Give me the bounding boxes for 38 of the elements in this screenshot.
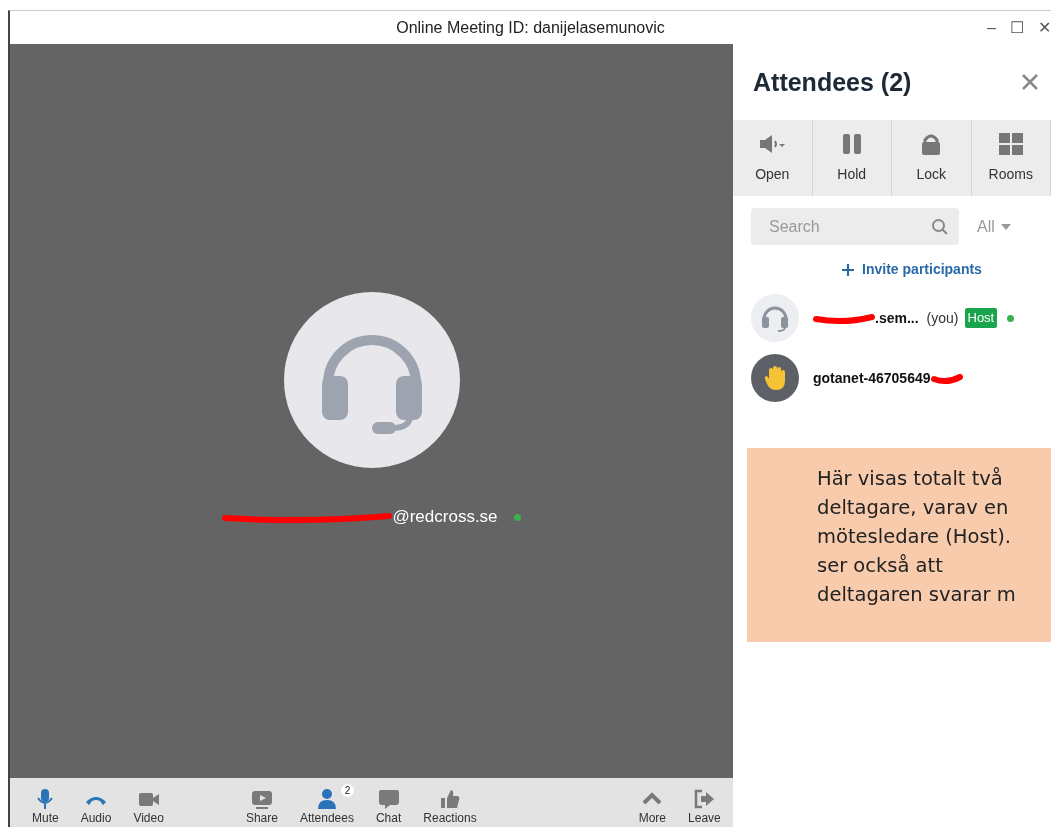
you-label: (you) [926,308,959,328]
action-button[interactable]: Rooms [971,120,1051,196]
toolbar-button[interactable]: Chat [367,782,410,824]
toolbar-button[interactable]: More [630,782,675,824]
action-button[interactable]: Hold [812,120,892,196]
toolbar-button[interactable]: Video [125,782,172,824]
search-box[interactable]: Search [751,208,959,245]
action-button[interactable]: Lock [892,120,972,196]
close-icon[interactable] [1021,73,1039,91]
note-text: ser också att [817,553,944,579]
search-field[interactable]: Search [751,213,931,240]
close-button[interactable]: ✕ [1038,15,1051,40]
invite-link[interactable]: Invite participants [842,259,982,280]
host-badge: Host [964,308,998,328]
toolbar-button[interactable]: Mute [24,782,67,824]
attendee-name: .sem... [875,308,919,328]
toolbar-button[interactable]: Audio [72,782,120,824]
window-title: Online Meeting ID: danijelasemunovic [396,17,665,38]
count-badge: 2 [340,784,354,797]
attendee-name: gotanet-46705649 [813,368,931,388]
toolbar-button[interactable]: Attendees 2 [291,782,362,824]
toolbar-button[interactable]: Reactions [415,782,485,824]
toolbar-button[interactable]: Leave [680,782,729,824]
grid-icon [996,131,1025,156]
note-text: mötesledare (Host). [817,524,1013,550]
panel-title: Attendees (2) [753,67,912,97]
note-text: deltagare, varav en [817,495,1010,521]
toolbar-button[interactable]: Share [237,782,286,824]
note-text: deltagaren svarar m [817,582,1017,608]
plus-icon [842,263,855,276]
search-icon [931,217,949,236]
minimize-button[interactable]: – [987,15,996,40]
email-text: @redcross.se [392,506,498,529]
action-button[interactable]: Open [733,120,813,196]
maximize-button[interactable]: ☐ [1010,15,1024,40]
raised-hand-icon [764,366,786,390]
note-text: Här visas totalt två [817,466,1004,492]
caret-icon [1000,223,1011,230]
